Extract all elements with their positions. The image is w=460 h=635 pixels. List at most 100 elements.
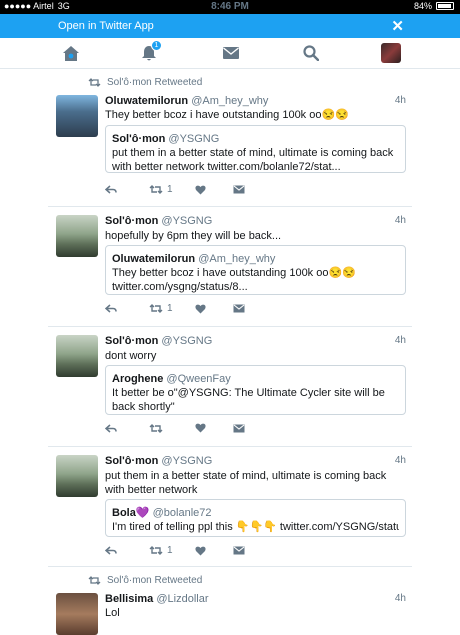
tweet-text: dont worry [105, 350, 157, 362]
tweet-timestamp[interactable]: 4h [395, 215, 406, 226]
retweet-icon [149, 423, 163, 433]
reply-button[interactable] [105, 546, 149, 555]
tweet-text: put them in a better state of mind, ulti… [105, 470, 387, 496]
tweet-item[interactable]: Sol'ô·mon Retweeted Oluwatemilorun @Am_h… [48, 69, 412, 207]
search-icon[interactable] [298, 42, 324, 64]
open-in-app-label[interactable]: Open in Twitter App [58, 20, 154, 32]
like-button[interactable] [195, 185, 233, 195]
quoted-text: It better be o"@YSGNG: The Ultimate Cycl… [112, 387, 385, 413]
retweet-icon [149, 185, 163, 194]
like-button[interactable] [195, 423, 233, 433]
reply-button[interactable] [105, 304, 149, 313]
quoted-author-handle: @QweenFay [166, 373, 231, 385]
reply-icon [105, 546, 117, 555]
retweet-context: Sol'ô·mon Retweeted [88, 77, 202, 88]
author-handle[interactable]: @Am_hey_why [191, 95, 268, 107]
quoted-text: put them in a better state of mind, ulti… [112, 147, 394, 173]
tweet-header: Sol'ô·mon @YSGNG [105, 335, 212, 347]
retweet-icon [88, 78, 101, 87]
status-bar: ●●●●● Airtel 3G 8:46 PM 84% [0, 0, 460, 14]
tweet-item[interactable]: Sol'ô·mon @YSGNG 4h put them in a better… [48, 447, 412, 567]
retweet-context-label: Sol'ô·mon Retweeted [107, 575, 203, 586]
quoted-tweet[interactable]: Sol'ô·mon @YSGNG put them in a better st… [105, 125, 406, 173]
notifications-icon[interactable]: 1 [136, 40, 162, 64]
profile-avatar[interactable] [378, 42, 404, 64]
author-name[interactable]: Sol'ô·mon [105, 215, 158, 227]
direct-message-button[interactable] [233, 424, 245, 433]
author-avatar[interactable] [56, 593, 98, 635]
like-button[interactable] [195, 304, 233, 314]
retweet-icon [149, 304, 163, 313]
envelope-icon [233, 546, 245, 555]
reply-button[interactable] [105, 185, 149, 194]
tweet-header: Sol'ô·mon @YSGNG [105, 455, 212, 467]
direct-message-button[interactable] [233, 304, 245, 313]
tweet-actions [105, 423, 245, 433]
envelope-icon [233, 304, 245, 313]
envelope-icon [233, 185, 245, 194]
direct-message-button[interactable] [233, 185, 245, 194]
reply-button[interactable] [105, 423, 149, 433]
close-icon[interactable]: ✕ [391, 17, 404, 35]
top-navigation: 1 [0, 38, 460, 69]
like-button[interactable] [195, 546, 233, 556]
quoted-tweet[interactable]: Oluwatemilorun @Am_hey_why They better b… [105, 245, 406, 295]
heart-icon [195, 546, 206, 555]
tweet-text: hopefully by 6pm they will be back... [105, 230, 282, 242]
tweet-actions: 1 [105, 184, 245, 195]
retweet-icon [149, 546, 163, 555]
tweet-timestamp[interactable]: 4h [395, 335, 406, 346]
tweet-item[interactable]: Sol'ô·mon @YSGNG 4h dont worry Aroghene … [48, 327, 412, 447]
quoted-author-handle: @bolanle72 [152, 507, 212, 519]
tweet-item[interactable]: Sol'ô·mon Retweeted Bellisima @Lizdollar… [48, 567, 412, 635]
author-avatar[interactable] [56, 455, 98, 497]
quoted-author-name: Bola💜 [112, 507, 150, 519]
heart-icon [195, 304, 206, 313]
messages-icon[interactable] [218, 42, 244, 64]
tweet-header: Sol'ô·mon @YSGNG [105, 215, 212, 227]
retweet-icon [88, 576, 101, 585]
tweet-text: They better bcoz i have outstanding 100k… [105, 109, 349, 121]
clock: 8:46 PM [211, 1, 249, 12]
quoted-text: I'm tired of telling ppl this 👇👇👇 twitte… [112, 521, 399, 533]
reply-icon [105, 304, 117, 313]
retweet-button[interactable]: 1 [149, 184, 195, 195]
author-name[interactable]: Bellisima [105, 593, 153, 605]
retweet-button[interactable]: 1 [149, 545, 195, 556]
tweet-timestamp[interactable]: 4h [395, 593, 406, 604]
reply-icon [105, 423, 117, 433]
heart-icon [195, 185, 206, 194]
quoted-tweet[interactable]: Bola💜 @bolanle72 I'm tired of telling pp… [105, 499, 406, 537]
author-name[interactable]: Oluwatemilorun [105, 95, 188, 107]
reply-icon [105, 185, 117, 194]
tweet-actions: 1 [105, 545, 245, 556]
tweet-timestamp[interactable]: 4h [395, 455, 406, 466]
tweet-header: Bellisima @Lizdollar [105, 593, 209, 605]
author-handle[interactable]: @YSGNG [161, 215, 212, 227]
author-handle[interactable]: @Lizdollar [156, 593, 208, 605]
tweet-actions: 1 [105, 303, 245, 314]
tweet-item[interactable]: Sol'ô·mon @YSGNG 4h hopefully by 6pm the… [48, 207, 412, 327]
author-handle[interactable]: @YSGNG [161, 455, 212, 467]
author-avatar[interactable] [56, 215, 98, 257]
author-avatar[interactable] [56, 335, 98, 377]
retweet-button[interactable]: 1 [149, 303, 195, 314]
retweet-count: 1 [167, 303, 173, 314]
tweet-timestamp[interactable]: 4h [395, 95, 406, 106]
avatar-image [381, 43, 401, 63]
retweet-context-label: Sol'ô·mon Retweeted [107, 77, 203, 88]
open-in-app-banner[interactable]: Open in Twitter App ✕ [0, 14, 460, 38]
quoted-tweet[interactable]: Aroghene @QweenFay It better be o"@YSGNG… [105, 365, 406, 415]
author-avatar[interactable] [56, 95, 98, 137]
author-handle[interactable]: @YSGNG [161, 335, 212, 347]
quoted-author-name: Sol'ô·mon [112, 133, 166, 145]
direct-message-button[interactable] [233, 546, 245, 555]
home-icon[interactable] [58, 42, 84, 64]
retweet-count: 1 [167, 184, 173, 195]
notification-badge: 1 [151, 40, 162, 51]
timeline-feed: Sol'ô·mon Retweeted Oluwatemilorun @Am_h… [0, 69, 460, 635]
envelope-icon [233, 424, 245, 432]
retweet-button[interactable] [149, 423, 195, 433]
author-name[interactable]: Sol'ô·mon [105, 455, 158, 467]
author-name[interactable]: Sol'ô·mon [105, 335, 158, 347]
